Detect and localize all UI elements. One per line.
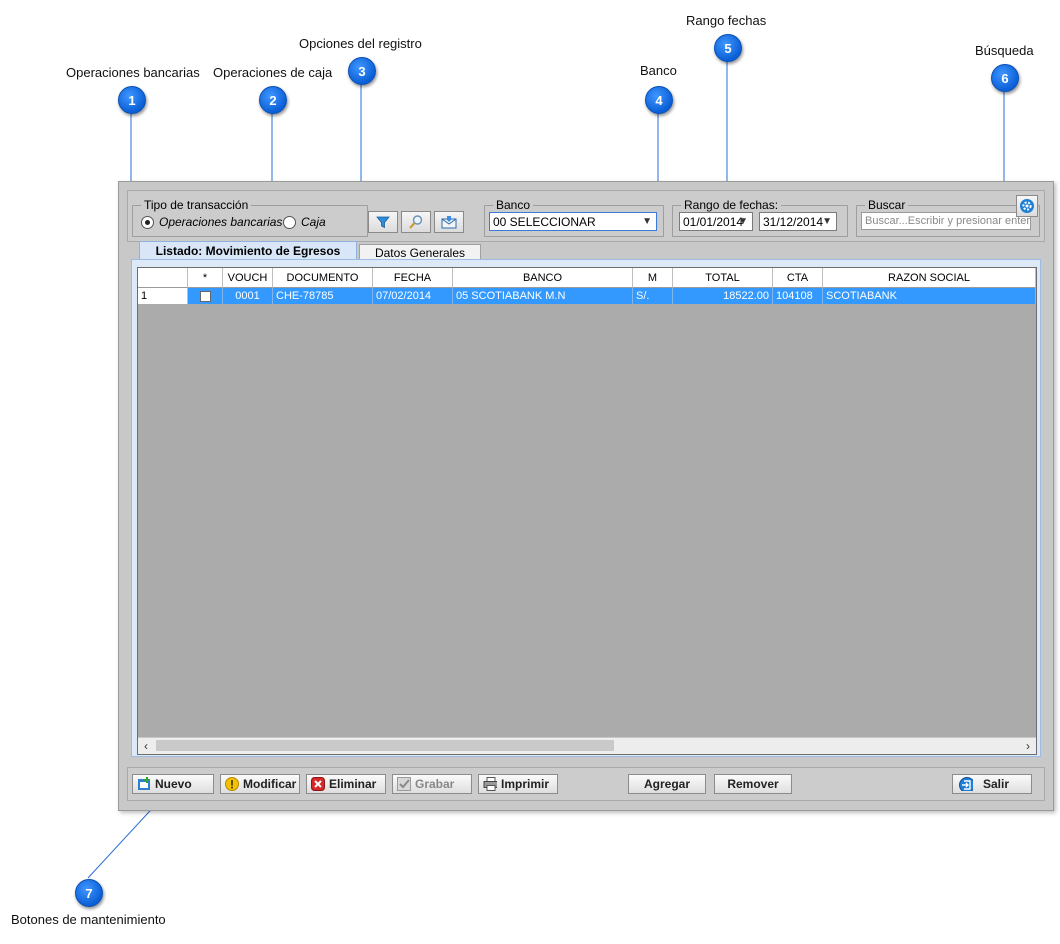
cell-cta[interactable]: 104108 xyxy=(773,288,823,304)
modificar-button[interactable]: Modificar xyxy=(220,774,300,794)
callout-label-5: Rango fechas xyxy=(686,13,767,28)
chevron-down-icon: ▼ xyxy=(642,216,652,227)
fecha-hasta-picker[interactable]: 31/12/2014 ▼ xyxy=(759,212,837,231)
row-checkbox[interactable] xyxy=(199,290,211,302)
callout-label-4: Banco xyxy=(640,63,677,78)
col-header-fecha[interactable]: FECHA xyxy=(373,268,453,288)
imprimir-button[interactable]: Imprimir xyxy=(478,774,558,794)
scroll-left-icon[interactable]: ‹ xyxy=(138,738,154,754)
chevron-down-icon: ▼ xyxy=(822,216,832,227)
callout-badge-2: 2 xyxy=(259,86,287,114)
col-header-banco[interactable]: BANCO xyxy=(453,268,633,288)
scrollbar-thumb[interactable] xyxy=(156,740,614,751)
view-record-button[interactable] xyxy=(401,211,431,233)
callout-badge-1: 1 xyxy=(118,86,146,114)
gear-icon xyxy=(1020,199,1034,213)
remover-button[interactable]: Remover xyxy=(714,774,792,794)
filter-button[interactable] xyxy=(368,211,398,233)
radio-caja-label: Caja xyxy=(301,215,326,229)
modificar-label: Modificar xyxy=(243,777,297,791)
callout-label-2: Operaciones de caja xyxy=(213,65,333,80)
col-header-razon-social[interactable]: RAZON SOCIAL xyxy=(823,268,1036,288)
banco-group: Banco 00 SELECCIONAR ▼ xyxy=(484,198,664,237)
grabar-button[interactable]: Grabar xyxy=(392,774,472,794)
callout-label-7: Botones de mantenimiento xyxy=(11,912,166,927)
tipo-transaccion-group: Tipo de transacción Operaciones bancaria… xyxy=(132,198,368,237)
grabar-label: Grabar xyxy=(415,777,455,791)
callout-label-1: Operaciones bancarias xyxy=(66,65,200,80)
filter-panel: Tipo de transacción Operaciones bancaria… xyxy=(127,190,1045,242)
radio-dot-caja[interactable] xyxy=(283,215,296,229)
callout-badge-7: 7 xyxy=(75,879,103,907)
checkmark-icon xyxy=(397,777,411,791)
salir-label: Salir xyxy=(983,777,1010,791)
rango-fechas-group: Rango de fechas: 01/01/2014 ▼ 31/12/2014… xyxy=(672,198,848,237)
app-window: Tipo de transacción Operaciones bancaria… xyxy=(118,181,1054,811)
envelope-icon xyxy=(441,216,457,229)
cell-fecha[interactable]: 07/02/2014 xyxy=(373,288,453,304)
banco-select[interactable]: 00 SELECCIONAR ▼ xyxy=(489,212,657,231)
search-input[interactable]: Buscar...Escribir y presionar enter xyxy=(861,212,1031,230)
fecha-desde-value: 01/01/2014 xyxy=(683,214,744,229)
eliminar-button[interactable]: Eliminar xyxy=(306,774,386,794)
col-header-total[interactable]: TOTAL xyxy=(673,268,773,288)
warning-edit-icon xyxy=(225,777,239,791)
nuevo-button[interactable]: Nuevo xyxy=(132,774,214,794)
eliminar-label: Eliminar xyxy=(329,777,377,791)
col-header-vouch[interactable]: VOUCH xyxy=(223,268,273,288)
new-record-icon xyxy=(138,777,150,790)
radio-operaciones-bancarias[interactable]: Operaciones bancarias xyxy=(141,215,282,229)
rango-fechas-title: Rango de fechas: xyxy=(681,198,782,212)
cell-documento[interactable]: CHE-78785 xyxy=(273,288,373,304)
callout-badge-4: 4 xyxy=(645,86,673,114)
printer-icon xyxy=(483,777,497,791)
agregar-button[interactable]: Agregar xyxy=(628,774,706,794)
callout-badge-5: 5 xyxy=(714,34,742,62)
imprimir-label: Imprimir xyxy=(501,777,550,791)
col-header-rownum xyxy=(138,268,188,288)
chevron-down-icon: ▼ xyxy=(738,216,748,227)
tipo-transaccion-title: Tipo de transacción xyxy=(141,198,252,212)
callout-badge-6: 6 xyxy=(991,64,1019,92)
col-header-moneda[interactable]: M xyxy=(633,268,673,288)
cell-vouch[interactable]: 0001 xyxy=(223,288,273,304)
radio-caja[interactable]: Caja xyxy=(283,215,326,229)
buscar-group: Buscar Buscar...Escribir y presionar ent… xyxy=(856,198,1040,237)
callout-label-3: Opciones del registro xyxy=(299,36,422,51)
cell-total[interactable]: 18522.00 xyxy=(673,288,773,304)
table-row[interactable]: 1 0001 CHE-78785 07/02/2014 05 SCOTIABAN… xyxy=(138,288,1036,304)
nuevo-label: Nuevo xyxy=(155,777,192,791)
delete-icon xyxy=(311,777,325,791)
grid-frame: * VOUCH DOCUMENTO FECHA BANCO M TOTAL CT… xyxy=(131,259,1041,757)
radio-dot-bancarias[interactable] xyxy=(141,215,154,229)
scroll-right-icon[interactable]: › xyxy=(1020,738,1036,754)
button-bar: Nuevo Modificar Eliminar Grabar Imprimir… xyxy=(127,767,1045,801)
callout-label-6: Búsqueda xyxy=(975,43,1034,58)
fecha-desde-picker[interactable]: 01/01/2014 ▼ xyxy=(679,212,753,231)
search-magnifier-icon xyxy=(409,215,423,229)
send-email-button[interactable] xyxy=(434,211,464,233)
records-grid: * VOUCH DOCUMENTO FECHA BANCO M TOTAL CT… xyxy=(137,267,1037,755)
radio-bancarias-label: Operaciones bancarias xyxy=(159,215,283,229)
exit-icon xyxy=(959,777,973,791)
cell-razon-social[interactable]: SCOTIABANK xyxy=(823,288,1036,304)
cell-banco[interactable]: 05 SCOTIABANK M.N xyxy=(453,288,633,304)
search-settings-button[interactable] xyxy=(1016,195,1038,217)
row-number: 1 xyxy=(138,288,188,304)
buscar-title: Buscar xyxy=(865,198,909,212)
col-header-documento[interactable]: DOCUMENTO xyxy=(273,268,373,288)
filter-icon xyxy=(376,216,390,229)
row-checkbox-cell[interactable] xyxy=(188,288,223,304)
tab-listado[interactable]: Listado: Movimiento de Egresos xyxy=(139,241,357,259)
salir-button[interactable]: Salir xyxy=(952,774,1032,794)
fecha-hasta-value: 31/12/2014 xyxy=(763,214,824,229)
col-header-cta[interactable]: CTA xyxy=(773,268,823,288)
horizontal-scrollbar[interactable]: ‹ › xyxy=(138,737,1036,754)
col-header-check[interactable]: * xyxy=(188,268,223,288)
callout-badge-3: 3 xyxy=(348,57,376,85)
banco-title: Banco xyxy=(493,198,534,212)
banco-select-value: 00 SELECCIONAR xyxy=(493,214,596,229)
cell-moneda[interactable]: S/. xyxy=(633,288,673,304)
